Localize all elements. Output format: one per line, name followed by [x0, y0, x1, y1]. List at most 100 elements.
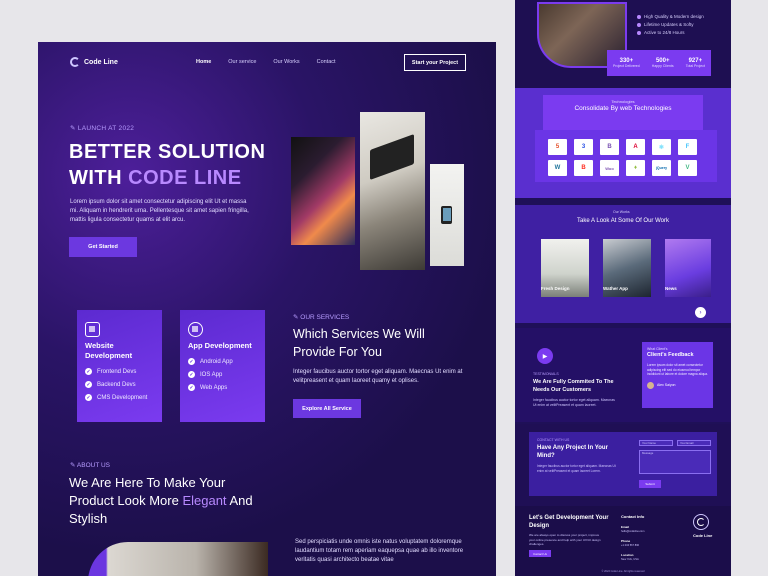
service-card-website[interactable]: Website Development ✓ Frontend Devs ✓ Back… [77, 310, 162, 422]
work-card-fresh-design[interactable]: Fresh Design [541, 239, 589, 297]
location-value: New York, USA [621, 558, 639, 561]
service-item: ✓ Android App [188, 358, 257, 365]
hero-title-accent: CODE LINE [128, 167, 242, 189]
contact-tag: CONTACT WITH US [537, 438, 570, 442]
nav-link-services[interactable]: Our service [228, 59, 256, 65]
check-icon: ✓ [85, 381, 92, 388]
service-card-app[interactable]: App Development ✓ Android App ✓ IOS App ✓ W… [180, 310, 265, 422]
hero-image-phone [430, 164, 464, 266]
work-card-news[interactable]: News [665, 239, 711, 297]
name-field[interactable]: Your Name [639, 440, 673, 446]
works-title: Take A Look At Some Of Our Work [577, 218, 669, 224]
stat-label: Total Project [685, 64, 705, 68]
html5-icon: 5 [548, 139, 567, 155]
works-tag: Our Works [613, 210, 630, 214]
stat-label: Happy Clients [651, 64, 674, 68]
feature-item: Lifetime Updates & Softy [637, 22, 704, 27]
service-item-label: IOS App [200, 371, 223, 378]
technologies-header: Technologies Consolidate By web Technolo… [543, 95, 703, 131]
contact-us-button[interactable]: Contact Us [529, 550, 551, 557]
browser-icon [85, 322, 100, 337]
feedback-title: We Are Fully Commited To The Needs Our C… [533, 379, 614, 393]
hero-title: BETTER SOLUTION WITH CODE LINE [69, 139, 265, 191]
start-project-button[interactable]: Start your Project [404, 54, 466, 71]
hero-title-line2: WITH CODE LINE [69, 165, 265, 191]
contact-description: Integer faucibus auctor tortor eget aliq… [537, 464, 616, 473]
explore-services-button[interactable]: Explore All Service [293, 399, 361, 418]
brand-logo[interactable]: Code Line [70, 57, 118, 67]
phone-value[interactable]: +1 234 567 890 [621, 544, 669, 547]
footer-description: We are always open to discuss your proje… [529, 533, 601, 546]
service-item: ✓ CMS Development [85, 394, 154, 401]
shopify-icon: ♦ [626, 160, 645, 176]
technologies-section: Technologies Consolidate By web Technolo… [515, 88, 731, 198]
work-card-wather-app[interactable]: Wather App [603, 239, 651, 297]
get-started-button[interactable]: Get Started [69, 237, 137, 257]
stat-label: Project Delivered [613, 64, 640, 68]
jquery-icon: jQuery [652, 160, 671, 176]
testimonial-author: Alex Saiyon [647, 381, 708, 389]
testimonial-tag: What Client's [647, 347, 668, 351]
landing-page: Code Line Home Our service Our Works Con… [38, 42, 496, 576]
copyright: © 2022 Code Line. All rights reserved [601, 570, 645, 573]
laravel-icon: B [574, 160, 593, 176]
email-field[interactable]: Your Email [677, 440, 711, 446]
feature-label: High Quality & Modern design [644, 14, 704, 19]
logo-icon [70, 57, 80, 67]
play-icon[interactable]: ▶ [537, 348, 553, 364]
launch-tag: ✎ LAUNCH AT 2022 [70, 125, 135, 132]
react-icon: ⚛ [652, 139, 671, 155]
work-card-label: News [665, 286, 677, 291]
technologies-title: Consolidate By web Technologies [574, 105, 672, 112]
service-item: ✓ IOS App [188, 371, 257, 378]
rocket-icon [188, 322, 203, 337]
check-icon: ✓ [188, 371, 195, 378]
bootstrap-icon: B [600, 139, 619, 155]
check-icon: ✓ [85, 394, 92, 401]
phone-label: Phone [621, 539, 631, 543]
stat-projects: 330+ Project Delivered [613, 58, 640, 68]
service-item-label: CMS Development [97, 394, 148, 401]
preview-about-section: High Quality & Modern design Lifetime Up… [515, 0, 731, 88]
bullet-icon [637, 30, 641, 35]
service-item-label: Web Apps [200, 384, 228, 391]
service-list: ✓ Frontend Devs ✓ Backend Devs ✓ CMS Develo… [85, 368, 154, 401]
chevron-right-icon[interactable]: › [695, 307, 706, 318]
flutter-icon: F [678, 139, 697, 155]
wordpress-icon: W [548, 160, 567, 176]
submit-button[interactable]: Submit [639, 480, 661, 488]
brand-name: Code Line [84, 58, 118, 66]
footer-brand: Code Line [693, 533, 713, 538]
services-tag: ✎ OUR SERVICES [293, 314, 350, 321]
services-heading: Which Services We Will Provide For You [293, 327, 425, 359]
author-name: Alex Saiyon [657, 383, 676, 387]
testimonial-card: What Client's Client's Feedback Lorem ip… [642, 342, 713, 408]
bullet-icon [637, 22, 641, 27]
service-item: ✓ Frontend Devs [85, 368, 154, 375]
nav-link-works[interactable]: Our Works [273, 59, 299, 65]
location-label: Location [621, 553, 634, 557]
work-card-label: Fresh Design [541, 286, 570, 291]
about-description: Sed perspiciatis unde omnis iste natus v… [295, 539, 464, 563]
feature-item: Active to 24/8 Hours [637, 30, 704, 35]
footer-logo-icon [693, 514, 709, 530]
css3-icon: 3 [574, 139, 593, 155]
nav-link-contact[interactable]: Contact [317, 59, 336, 65]
message-field[interactable]: Message [639, 450, 711, 474]
phone-icon [441, 206, 452, 224]
email-value[interactable]: hello@codeline.com [621, 530, 669, 533]
nav-link-home[interactable]: Home [196, 59, 211, 65]
top-navbar: Code Line Home Our service Our Works Con… [38, 42, 496, 84]
bullet-icon [637, 14, 641, 19]
testimonial-quote: Lorem ipsum dolor sit amet consectetur a… [647, 363, 708, 376]
service-card-title: Website Development [85, 341, 133, 360]
hero-image-laptop-dark [291, 137, 355, 245]
contact-info-title: Contact Info [621, 514, 645, 519]
feature-list: High Quality & Modern design Lifetime Up… [637, 14, 704, 38]
service-item-label: Backend Devs [97, 381, 136, 388]
feature-label: Active to 24/8 Hours [644, 30, 685, 35]
contact-title: Have Any Project In Your Mind? [537, 445, 608, 459]
stat-clients: 500+ Happy Clients [652, 58, 674, 68]
footer: Let's Get Development Your Design We are… [515, 506, 731, 576]
service-item: ✓ Backend Devs [85, 381, 154, 388]
